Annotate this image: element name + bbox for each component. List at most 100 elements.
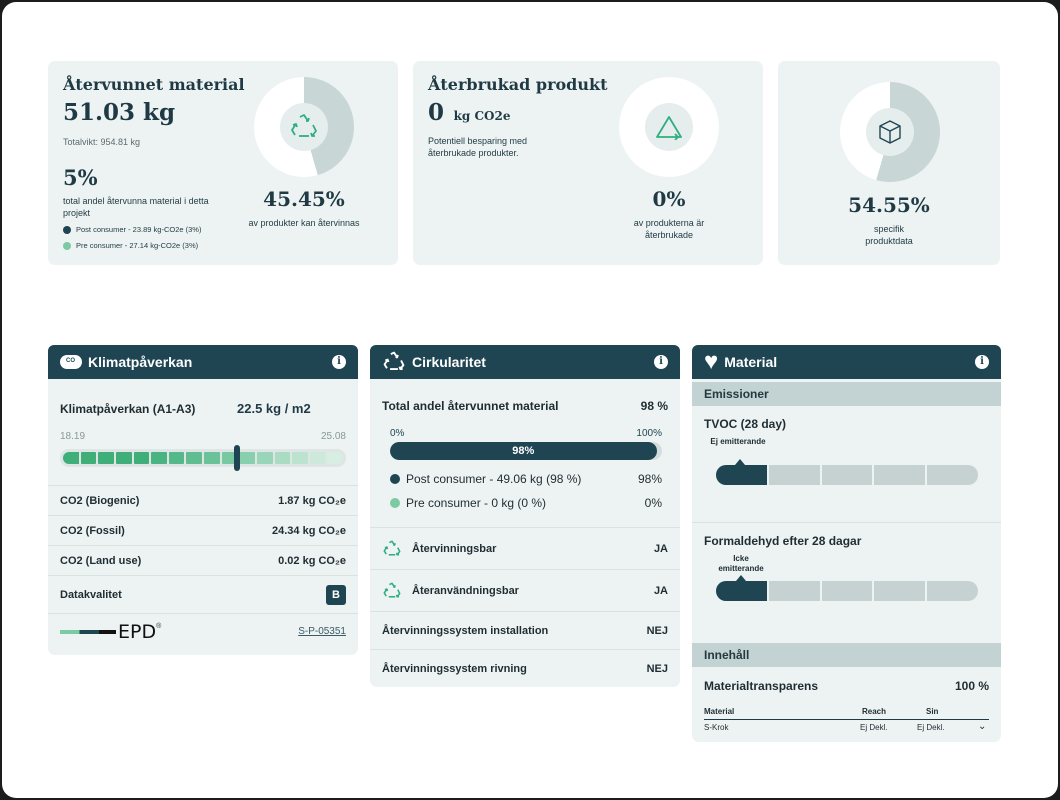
- climate-scale-segment: [274, 452, 291, 464]
- climate-scale-segment: [151, 452, 167, 464]
- cloud-co2-icon: CO: [60, 355, 82, 369]
- post-consumer-value: 98%: [637, 472, 662, 486]
- recycle-icon: [383, 582, 401, 598]
- cube-icon: [866, 108, 914, 156]
- total-recycled-label: Total andel återvunnet material: [382, 399, 559, 413]
- material-info-icon[interactable]: i: [975, 355, 989, 369]
- climate-scale-segment: [239, 452, 255, 464]
- transparency-value: 100 %: [954, 679, 989, 693]
- install-system-label: Återvinningssystem installation: [382, 624, 549, 637]
- reused-product-value: 0 kg CO2e: [428, 99, 510, 126]
- pre-consumer-label: Pre consumer - 0 kg (0 %): [406, 496, 547, 510]
- legend-pre-consumer: Pre consumer - 27.14 kg-CO2e (3%): [63, 241, 198, 250]
- data-quality-label: Datakvalitet: [60, 588, 122, 601]
- reused-donut-desc: av produkterna är återbrukade: [633, 218, 705, 240]
- climate-scale-segment: [63, 452, 79, 464]
- product-data-percent: 54.55%: [848, 193, 930, 217]
- tvoc-marker-label: Ej emitterande: [710, 437, 766, 446]
- recycled-material-value: 51.03 kg: [63, 99, 176, 126]
- recycle-icon: [383, 351, 405, 371]
- co2-landuse-value: 0.02 kg CO₂e: [278, 554, 346, 567]
- reused-product-title: Återbrukad produkt: [428, 75, 608, 94]
- reused-product-desc: Potentiell besparing med återbrukade pro…: [428, 136, 528, 158]
- reused-donut: [619, 77, 719, 177]
- epd-logo: EPD ®: [60, 621, 161, 643]
- climate-scale-segment: [186, 452, 202, 464]
- recycle-icon: [280, 103, 328, 151]
- climate-scale-segment: [133, 452, 150, 464]
- material-panel: ♥ Material i Emissioner TVOC (28 day) Ej…: [692, 345, 1001, 742]
- recycled-share: 5%: [63, 165, 98, 190]
- climate-scale: [60, 449, 346, 467]
- cell-sin: Ej Dekl.: [917, 723, 945, 732]
- formaldehyde-label: Formaldehyd efter 28 dagar: [704, 534, 862, 548]
- reusable-value: JA: [653, 584, 668, 597]
- climate-panel: CO Klimatpåverkan i Klimatpåverkan (A1-A…: [48, 345, 358, 655]
- bar-min-label: 0%: [390, 428, 405, 439]
- triangle-recycle-icon: [645, 103, 693, 151]
- recycled-material-card: Återvunnet material 51.03 kg Totalvikt: …: [48, 61, 398, 265]
- post-dot: [390, 474, 400, 484]
- climate-scale-segment: [256, 452, 273, 464]
- reused-percent: 0%: [652, 187, 686, 211]
- emissions-subheader: Emissioner: [692, 382, 1001, 406]
- pre-dot: [390, 498, 400, 508]
- dashboard-frame: Återvunnet material 51.03 kg Totalvikt: …: [2, 2, 1058, 798]
- material-header: ♥ Material i: [692, 345, 1001, 379]
- climate-header: CO Klimatpåverkan i: [48, 345, 358, 379]
- bar-max-label: 100%: [636, 428, 662, 439]
- climate-info-icon[interactable]: i: [332, 355, 346, 369]
- co2-fossil-row: CO2 (Fossil) 24.34 kg CO₂e: [48, 515, 358, 545]
- cell-material: S-Krok: [704, 723, 729, 732]
- legend-post-consumer: Post consumer - 23.89 kg-CO2e (3%): [63, 225, 201, 234]
- recyclable-percent: 45.45%: [263, 187, 345, 211]
- install-system-row: Återvinningssystem installation NEJ: [370, 611, 680, 649]
- recycled-progress-bar: 98%: [390, 442, 662, 460]
- reusable-row: Återanvändningsbar JA: [370, 569, 680, 611]
- data-quality-row: Datakvalitet B: [48, 575, 358, 613]
- content-subheader: Innehåll: [692, 643, 1001, 667]
- climate-scale-segment: [292, 452, 308, 464]
- recyclable-donut: [254, 77, 354, 177]
- total-weight: Totalvikt: 954.81 kg: [63, 137, 141, 147]
- formaldehyde-marker-label: Icke emitterande: [718, 554, 764, 573]
- climate-scale-segment: [98, 452, 114, 464]
- material-table-header: Material Reach Sin: [704, 707, 989, 720]
- co2-fossil-label: CO2 (Fossil): [60, 524, 125, 537]
- post-consumer-row: Post consumer - 49.06 kg (98 %): [390, 472, 581, 486]
- epd-row: EPD ® S-P-05351: [48, 613, 358, 649]
- tvoc-label: TVOC (28 day): [704, 417, 787, 431]
- table-row[interactable]: S-Krok Ej Dekl. Ej Dekl. ⌄: [704, 721, 989, 737]
- reused-value-number: 0: [428, 99, 445, 126]
- formaldehyde-scale: [716, 581, 978, 601]
- climate-label: Klimatpåverkan (A1-A3): [60, 402, 196, 416]
- recycled-progress-fill: 98%: [390, 442, 657, 460]
- epd-link[interactable]: S-P-05351: [298, 626, 346, 637]
- legend-pre-label: Pre consumer - 27.14 kg-CO2e (3%): [76, 241, 199, 250]
- legend-post-label: Post consumer - 23.89 kg-CO2e (3%): [76, 225, 202, 234]
- climate-scale-segment: [80, 452, 97, 464]
- legend-dot-light: [63, 241, 71, 250]
- recycled-material-title: Återvunnet material: [63, 75, 245, 94]
- pre-consumer-row: Pre consumer - 0 kg (0 %): [390, 496, 546, 510]
- climate-header-title: Klimatpåverkan: [88, 354, 193, 370]
- heart-icon: ♥: [704, 348, 719, 375]
- co2-biogenic-value: 1.87 kg CO₂e: [278, 494, 346, 507]
- recyclable-value: JA: [653, 542, 668, 555]
- co2-landuse-label: CO2 (Land use): [60, 554, 142, 567]
- climate-scale-segment: [115, 452, 132, 464]
- co2-landuse-row: CO2 (Land use) 0.02 kg CO₂e: [48, 545, 358, 575]
- transparency-label: Materialtransparens: [704, 679, 819, 693]
- post-consumer-label: Post consumer - 49.06 kg (98 %): [406, 472, 582, 486]
- recyclable-label: Återvinningsbar: [412, 542, 497, 555]
- demolition-system-value: NEJ: [646, 662, 668, 675]
- co2-biogenic-row: CO2 (Biogenic) 1.87 kg CO₂e: [48, 485, 358, 515]
- circularity-info-icon[interactable]: i: [654, 355, 668, 369]
- climate-scale-segment: [204, 452, 220, 464]
- data-quality-badge: B: [326, 584, 346, 605]
- product-data-donut: [840, 82, 940, 182]
- legend-dot-dark: [63, 225, 71, 234]
- reused-value-unit: kg CO2e: [453, 109, 511, 123]
- chevron-down-icon[interactable]: ⌄: [978, 721, 986, 732]
- material-header-title: Material: [724, 354, 778, 370]
